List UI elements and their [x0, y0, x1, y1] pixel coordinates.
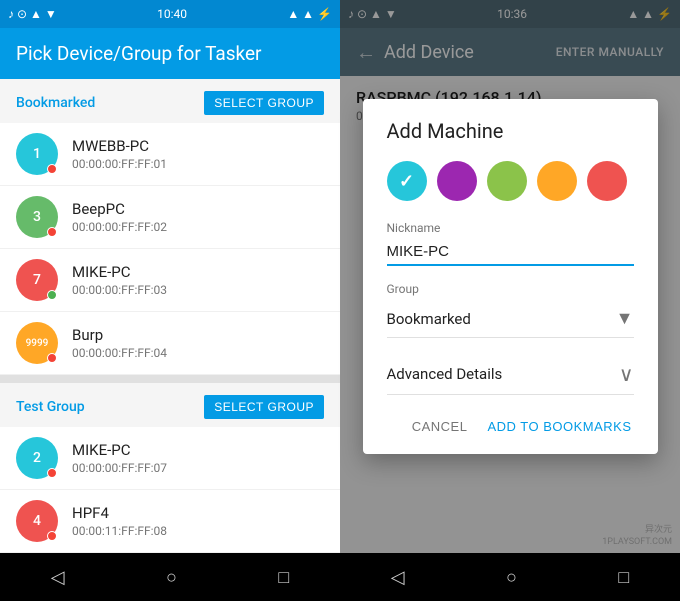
color-option-orange[interactable]: [537, 161, 577, 201]
device-info: BeepPC 00:00:00:FF:FF:02: [72, 200, 167, 234]
left-status-icons: ♪ ⊙ ▲ ▼: [8, 7, 57, 21]
device-info: MWEBB-PC 00:00:00:FF:FF:01: [72, 137, 167, 171]
section-divider: [0, 375, 340, 383]
avatar-label: 1: [33, 146, 41, 162]
device-info: HPF4 00:00:11:FF:FF:08: [72, 504, 167, 538]
modal-actions: CANCEL ADD TO BOOKMARKS: [387, 415, 634, 438]
avatar: 3: [16, 196, 58, 238]
color-picker: ✓: [387, 161, 634, 201]
device-info: Burp 00:00:00:FF:FF:04: [72, 326, 167, 360]
back-nav-icon[interactable]: ◁: [391, 567, 405, 588]
color-option-cyan[interactable]: ✓: [387, 161, 427, 201]
right-nav-bar: ◁ ○ □: [340, 553, 680, 601]
group-field: Group Bookmarked ▼: [387, 282, 634, 338]
left-header-title: Pick Device/Group for Tasker: [16, 42, 262, 65]
testgroup-section-header: Test Group SELECT GROUP: [0, 383, 340, 427]
color-option-red[interactable]: [587, 161, 627, 201]
device-mac: 00:00:00:FF:FF:01: [72, 157, 167, 171]
avatar: 4: [16, 500, 58, 542]
device-mac: 00:00:00:FF:FF:04: [72, 346, 167, 360]
avatar-label: 7: [33, 272, 41, 288]
device-mac: 00:00:00:FF:FF:07: [72, 461, 167, 475]
testgroup-select-group-button[interactable]: SELECT GROUP: [204, 395, 324, 419]
status-dot: [47, 164, 57, 174]
status-dot: [47, 353, 57, 363]
chevron-down-icon: ∨: [619, 362, 634, 386]
bookmarked-section-header: Bookmarked SELECT GROUP: [0, 79, 340, 123]
left-nav-bar: ◁ ○ □: [0, 553, 340, 601]
add-machine-modal: Add Machine ✓ Nickname Group Bookmarked …: [363, 99, 658, 454]
device-mac: 00:00:00:FF:FF:03: [72, 283, 167, 297]
testgroup-device-list: 2 MIKE-PC 00:00:00:FF:FF:07 4 HPF4 00:00…: [0, 427, 340, 553]
status-dot: [47, 468, 57, 478]
device-name: MIKE-PC: [72, 441, 167, 459]
group-value: Bookmarked: [387, 310, 471, 328]
testgroup-title: Test Group: [16, 399, 85, 415]
bookmarked-title: Bookmarked: [16, 95, 95, 111]
avatar: 1: [16, 133, 58, 175]
list-item[interactable]: 1 MWEBB-PC 00:00:00:FF:FF:01: [0, 123, 340, 186]
device-mac: 00:00:11:FF:FF:08: [72, 524, 167, 538]
home-nav-icon[interactable]: ○: [506, 567, 517, 588]
recent-nav-icon[interactable]: □: [618, 567, 629, 588]
device-info: MIKE-PC 00:00:00:FF:FF:03: [72, 263, 167, 297]
status-dot: [47, 290, 57, 300]
color-option-green[interactable]: [487, 161, 527, 201]
nickname-label: Nickname: [387, 221, 634, 235]
avatar-label: 4: [33, 513, 41, 529]
device-info: MIKE-PC 00:00:00:FF:FF:07: [72, 441, 167, 475]
list-item[interactable]: 2 MIKE-PC 00:00:00:FF:FF:07: [0, 427, 340, 490]
avatar-label: 2: [33, 450, 41, 466]
device-name: BeepPC: [72, 200, 167, 218]
bookmarked-select-group-button[interactable]: SELECT GROUP: [204, 91, 324, 115]
modal-title: Add Machine: [387, 119, 634, 143]
device-mac: 00:00:00:FF:FF:02: [72, 220, 167, 234]
avatar: 7: [16, 259, 58, 301]
left-battery-icons: ▲ ▲ ⚡: [287, 7, 332, 21]
add-to-bookmarks-button[interactable]: ADD TO BOOKMARKS: [485, 415, 633, 438]
left-header: Pick Device/Group for Tasker: [0, 28, 340, 79]
left-content: Bookmarked SELECT GROUP 1 MWEBB-PC 00:00…: [0, 79, 340, 553]
right-panel: ♪ ⊙ ▲ ▼ 10:36 ▲ ▲ ⚡ ← Add Device ENTER M…: [340, 0, 680, 601]
device-name: HPF4: [72, 504, 167, 522]
nickname-field: Nickname: [387, 221, 634, 266]
modal-overlay: Add Machine ✓ Nickname Group Bookmarked …: [340, 0, 680, 553]
list-item[interactable]: 4 HPF4 00:00:11:FF:FF:08: [0, 490, 340, 553]
device-name: Burp: [72, 326, 167, 344]
back-nav-icon[interactable]: ◁: [51, 567, 65, 588]
device-name: MWEBB-PC: [72, 137, 167, 155]
status-dot: [47, 227, 57, 237]
checkmark-icon: ✓: [399, 171, 414, 192]
chevron-down-icon: ▼: [616, 308, 634, 329]
recent-nav-icon[interactable]: □: [278, 567, 289, 588]
list-item[interactable]: 7 MIKE-PC 00:00:00:FF:FF:03: [0, 249, 340, 312]
left-time: 10:40: [157, 7, 187, 21]
advanced-label: Advanced Details: [387, 365, 503, 383]
avatar-label: 9999: [26, 338, 49, 349]
advanced-details-row[interactable]: Advanced Details ∨: [387, 354, 634, 395]
left-panel: ♪ ⊙ ▲ ▼ 10:40 ▲ ▲ ⚡ Pick Device/Group fo…: [0, 0, 340, 601]
bookmarked-device-list: 1 MWEBB-PC 00:00:00:FF:FF:01 3 BeepPC 00…: [0, 123, 340, 375]
group-label: Group: [387, 282, 634, 296]
avatar: 2: [16, 437, 58, 479]
nickname-input[interactable]: [387, 239, 634, 266]
group-select[interactable]: Bookmarked ▼: [387, 300, 634, 338]
list-item[interactable]: 9999 Burp 00:00:00:FF:FF:04: [0, 312, 340, 375]
home-nav-icon[interactable]: ○: [166, 567, 177, 588]
cancel-button[interactable]: CANCEL: [410, 415, 470, 438]
device-name: MIKE-PC: [72, 263, 167, 281]
avatar: 9999: [16, 322, 58, 364]
status-dot: [47, 531, 57, 541]
avatar-label: 3: [33, 209, 41, 225]
left-status-bar: ♪ ⊙ ▲ ▼ 10:40 ▲ ▲ ⚡: [0, 0, 340, 28]
color-option-purple[interactable]: [437, 161, 477, 201]
list-item[interactable]: 3 BeepPC 00:00:00:FF:FF:02: [0, 186, 340, 249]
